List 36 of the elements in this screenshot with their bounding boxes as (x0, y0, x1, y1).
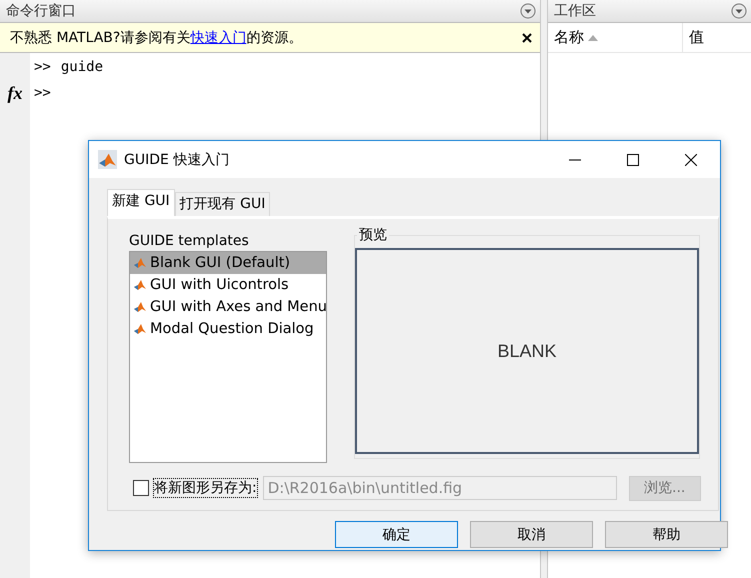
column-header[interactable]: 值 (683, 23, 710, 52)
close-icon[interactable] (522, 32, 532, 42)
quick-start-link[interactable]: 快速入门 (190, 30, 246, 46)
matlab-logo-icon (134, 323, 146, 335)
function-icon[interactable]: fx (8, 83, 22, 104)
panel-title: 命令行窗口 (6, 2, 76, 20)
dropdown-icon[interactable] (731, 3, 747, 19)
template-item[interactable]: GUI with Uicontrols (130, 274, 326, 296)
tab[interactable]: 打开现有 GUI (174, 192, 270, 216)
prompt: >> (34, 85, 51, 103)
templates-label: GUIDE templates (129, 233, 250, 249)
maximize-icon[interactable] (627, 154, 639, 166)
dialog-button[interactable]: 帮助 (605, 521, 728, 548)
preview-label: 预览 (357, 226, 389, 244)
dialog-button[interactable]: 确定 (335, 521, 458, 548)
template-item[interactable]: Blank GUI (Default) (130, 252, 326, 274)
command-text: guide (60, 59, 104, 77)
sort-ascending-icon (588, 34, 598, 40)
template-item[interactable]: Modal Question Dialog (130, 318, 326, 340)
matlab-logo-icon (134, 279, 146, 291)
dialog-button[interactable]: 取消 (470, 521, 593, 548)
dropdown-icon[interactable] (520, 3, 536, 19)
matlab-logo-icon (98, 150, 117, 169)
prompt: >> (34, 59, 51, 77)
preview-text: BLANK (497, 340, 557, 362)
column-header[interactable]: 名称 (548, 23, 683, 52)
checkbox-label[interactable]: 将新图形另存为: (153, 478, 258, 498)
checkbox[interactable] (133, 480, 149, 496)
dialog-title: GUIDE 快速入门 (124, 150, 230, 168)
close-icon[interactable] (685, 154, 697, 166)
tab[interactable]: 新建 GUI (107, 189, 175, 216)
matlab-logo-icon (134, 301, 146, 313)
template-item[interactable]: GUI with Axes and Menu (130, 296, 326, 318)
matlab-logo-icon (134, 257, 146, 269)
panel-title: 工作区 (554, 2, 596, 20)
notice-text: 不熟悉 MATLAB?请参阅有关快速入门的资源。 (10, 28, 302, 46)
